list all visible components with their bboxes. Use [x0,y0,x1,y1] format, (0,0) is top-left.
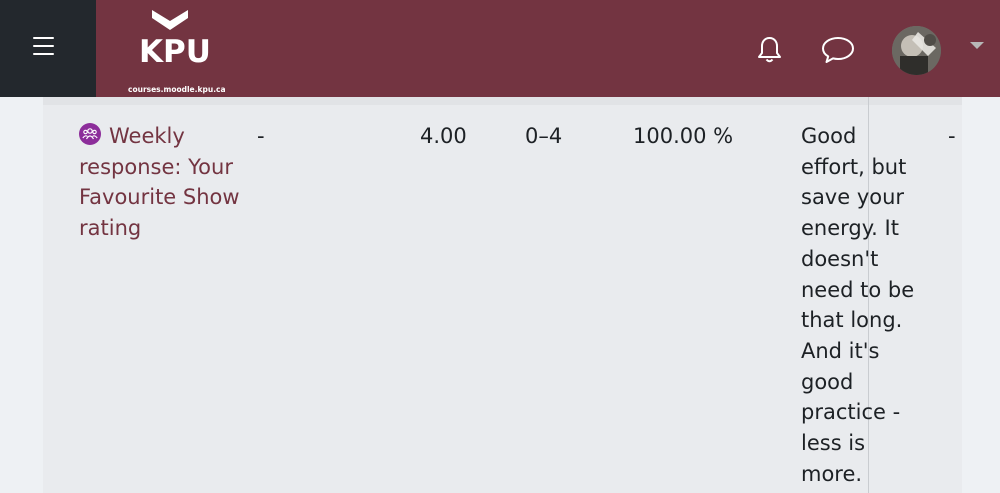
menu-icon[interactable] [33,37,54,57]
site-logo[interactable]: KPU courses.moodle.kpu.ca [125,8,226,96]
nav-drawer-toggle[interactable] [0,0,96,97]
range-cell: 0–4 [525,124,563,148]
bell-icon[interactable] [757,36,782,64]
kpu-logo-mark [152,10,188,30]
weight-cell: - [257,124,265,148]
user-avatar[interactable] [892,26,941,75]
grade-item-link[interactable]: Weekly response: Your Favourite Show rat… [79,121,249,244]
contribution-cell: - [948,124,956,148]
grade-item-name[interactable]: Weekly response: Your Favourite Show rat… [79,124,240,240]
logo-text: KPU [139,34,211,70]
avatar-image [892,26,941,75]
site-url: courses.moodle.kpu.ca [128,85,226,94]
table-row-divider [43,97,962,105]
forum-activity-icon [79,123,101,145]
user-menu-caret-icon[interactable] [970,42,984,49]
feedback-cell: Good effort, but save your energy. It do… [801,124,915,486]
percentage-cell: 100.00 % [633,124,734,148]
chat-icon[interactable] [821,36,855,64]
grade-cell: 4.00 [420,124,467,148]
